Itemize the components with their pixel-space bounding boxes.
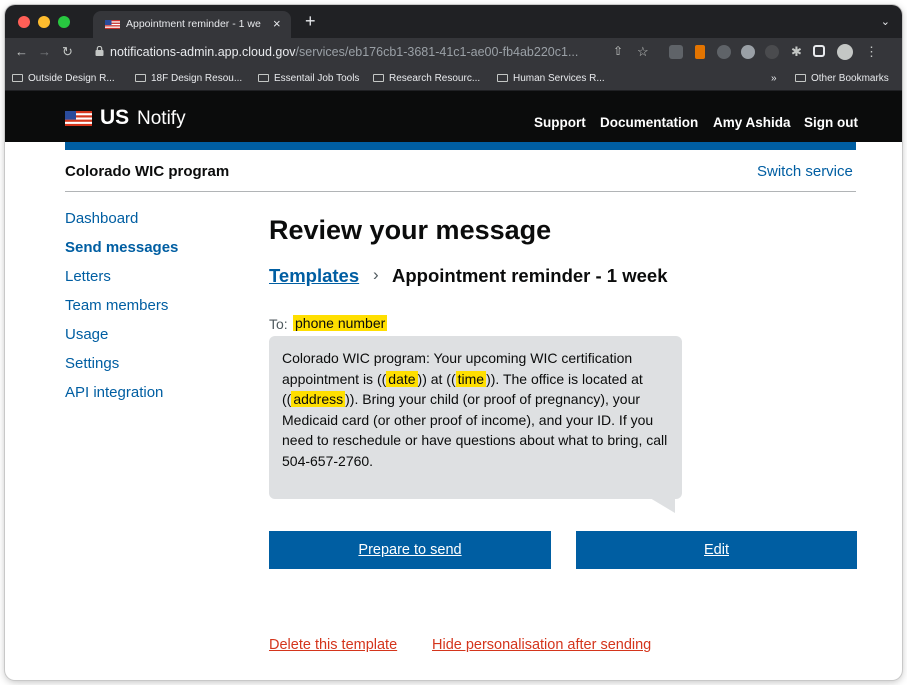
back-icon[interactable]: ← <box>15 44 28 59</box>
service-name: Colorado WIC program <box>65 163 230 180</box>
tab-search-icon[interactable]: ⌄ <box>881 15 890 28</box>
folder-icon <box>135 74 146 82</box>
browser-toolbar: ← → ↻ notifications-admin.app.cloud.gov/… <box>5 38 902 67</box>
camera-extension-icon[interactable] <box>669 45 683 59</box>
address-placeholder: address <box>291 391 346 407</box>
nav-account[interactable]: Amy Ashida <box>713 115 791 130</box>
minimize-window-button[interactable] <box>38 16 50 28</box>
prepare-to-send-button[interactable]: Prepare to send <box>269 531 551 569</box>
url-host: notifications-admin.app.cloud.gov <box>110 45 296 59</box>
forward-icon[interactable]: → <box>38 44 51 59</box>
share-icon[interactable]: ⇧ <box>613 44 623 58</box>
breadcrumb-current: Appointment reminder - 1 week <box>392 265 668 286</box>
breadcrumb-templates-link[interactable]: Templates <box>269 265 359 287</box>
nav-documentation[interactable]: Documentation <box>600 115 698 130</box>
delete-template-link[interactable]: Delete this template <box>269 637 397 653</box>
sidebar-item-usage[interactable]: Usage <box>65 326 108 343</box>
sidebar-item-team-members[interactable]: Team members <box>65 297 168 314</box>
sidebar-item-send-messages[interactable]: Send messages <box>65 239 178 256</box>
bookmark-star-icon[interactable]: ☆ <box>637 44 649 60</box>
bookmark-item[interactable]: Outside Design R... <box>12 73 115 84</box>
sidebar-item-dashboard[interactable]: Dashboard <box>65 210 138 227</box>
bookmark-label: Human Services R... <box>513 73 605 84</box>
bookmark-label: Research Resourc... <box>389 73 481 84</box>
close-tab-icon[interactable]: × <box>273 16 281 31</box>
browser-tab[interactable]: Appointment reminder - 1 wee × <box>93 11 291 38</box>
us-flag-icon <box>105 20 120 29</box>
sidebar-item-api-integration[interactable]: API integration <box>65 384 163 401</box>
bookmark-item[interactable]: 18F Design Resou... <box>135 73 242 84</box>
figma-extension-icon[interactable] <box>695 45 705 59</box>
maximize-window-button[interactable] <box>58 16 70 28</box>
folder-icon <box>795 74 806 82</box>
page-title: Review your message <box>269 215 552 245</box>
logo-notify[interactable]: Notify <box>137 108 186 130</box>
folder-icon <box>497 74 508 82</box>
sidebar-toggle-icon[interactable] <box>813 45 825 57</box>
nav-support[interactable]: Support <box>534 115 586 130</box>
address-bar[interactable]: notifications-admin.app.cloud.gov/servic… <box>110 42 668 63</box>
close-window-button[interactable] <box>18 16 30 28</box>
bookmark-label: Essentail Job Tools <box>274 73 360 84</box>
browser-window: Appointment reminder - 1 wee × + ⌄ ← → ↻… <box>5 5 902 680</box>
to-label: To: <box>269 316 288 332</box>
bookmark-item[interactable]: Human Services R... <box>497 73 605 84</box>
time-placeholder: time <box>455 370 487 387</box>
extension-icon[interactable] <box>765 45 779 59</box>
switch-service-link[interactable]: Switch service <box>757 163 853 180</box>
reload-icon[interactable]: ↻ <box>62 44 73 60</box>
sidebar-item-letters[interactable]: Letters <box>65 268 111 285</box>
us-flag-icon <box>65 111 92 126</box>
breadcrumb-chevron-icon: › <box>373 265 379 284</box>
edit-button[interactable]: Edit <box>576 531 857 569</box>
bookmark-label: Outside Design R... <box>28 73 115 84</box>
date-placeholder: date <box>386 370 418 387</box>
folder-icon <box>12 74 23 82</box>
lock-icon[interactable] <box>95 46 104 56</box>
bookmarks-overflow-icon[interactable]: » <box>771 73 777 84</box>
nav-sign-out[interactable]: Sign out <box>804 115 858 130</box>
bookmark-label: Other Bookmarks <box>811 73 889 84</box>
message-bubble-tail <box>645 495 675 513</box>
sidebar-item-settings[interactable]: Settings <box>65 355 119 372</box>
bookmarks-bar: Outside Design R... 18F Design Resou... … <box>5 67 902 91</box>
bookmark-item[interactable]: Research Resourc... <box>373 73 480 84</box>
header-accent-bar <box>65 142 856 150</box>
hide-personalisation-link[interactable]: Hide personalisation after sending <box>432 637 651 653</box>
wappalyzer-extension-icon[interactable] <box>741 45 755 59</box>
folder-icon <box>258 74 269 82</box>
recipient-placeholder: phone number <box>293 315 388 331</box>
bookmark-label: 18F Design Resou... <box>151 73 243 84</box>
message-text: )) at (( <box>417 370 456 387</box>
tab-title: Appointment reminder - 1 wee <box>126 18 261 30</box>
other-bookmarks[interactable]: Other Bookmarks <box>795 73 889 84</box>
new-tab-button[interactable]: + <box>305 11 316 32</box>
url-path: /services/eb176cb1-3681-41c1-ae00-fb4ab2… <box>295 45 579 59</box>
message-preview: Colorado WIC program: Your upcoming WIC … <box>269 336 682 499</box>
bookmark-item[interactable]: Essentail Job Tools <box>258 73 359 84</box>
tab-strip: Appointment reminder - 1 wee × + ⌄ <box>5 5 902 38</box>
divider <box>65 191 856 192</box>
profile-avatar-icon[interactable] <box>837 44 853 60</box>
folder-icon <box>373 74 384 82</box>
logo-us[interactable]: US <box>100 106 129 130</box>
extensions-puzzle-icon[interactable]: ✱ <box>791 44 802 60</box>
ghost-extension-icon[interactable] <box>717 45 731 59</box>
browser-menu-icon[interactable]: ⋮ <box>865 44 878 60</box>
